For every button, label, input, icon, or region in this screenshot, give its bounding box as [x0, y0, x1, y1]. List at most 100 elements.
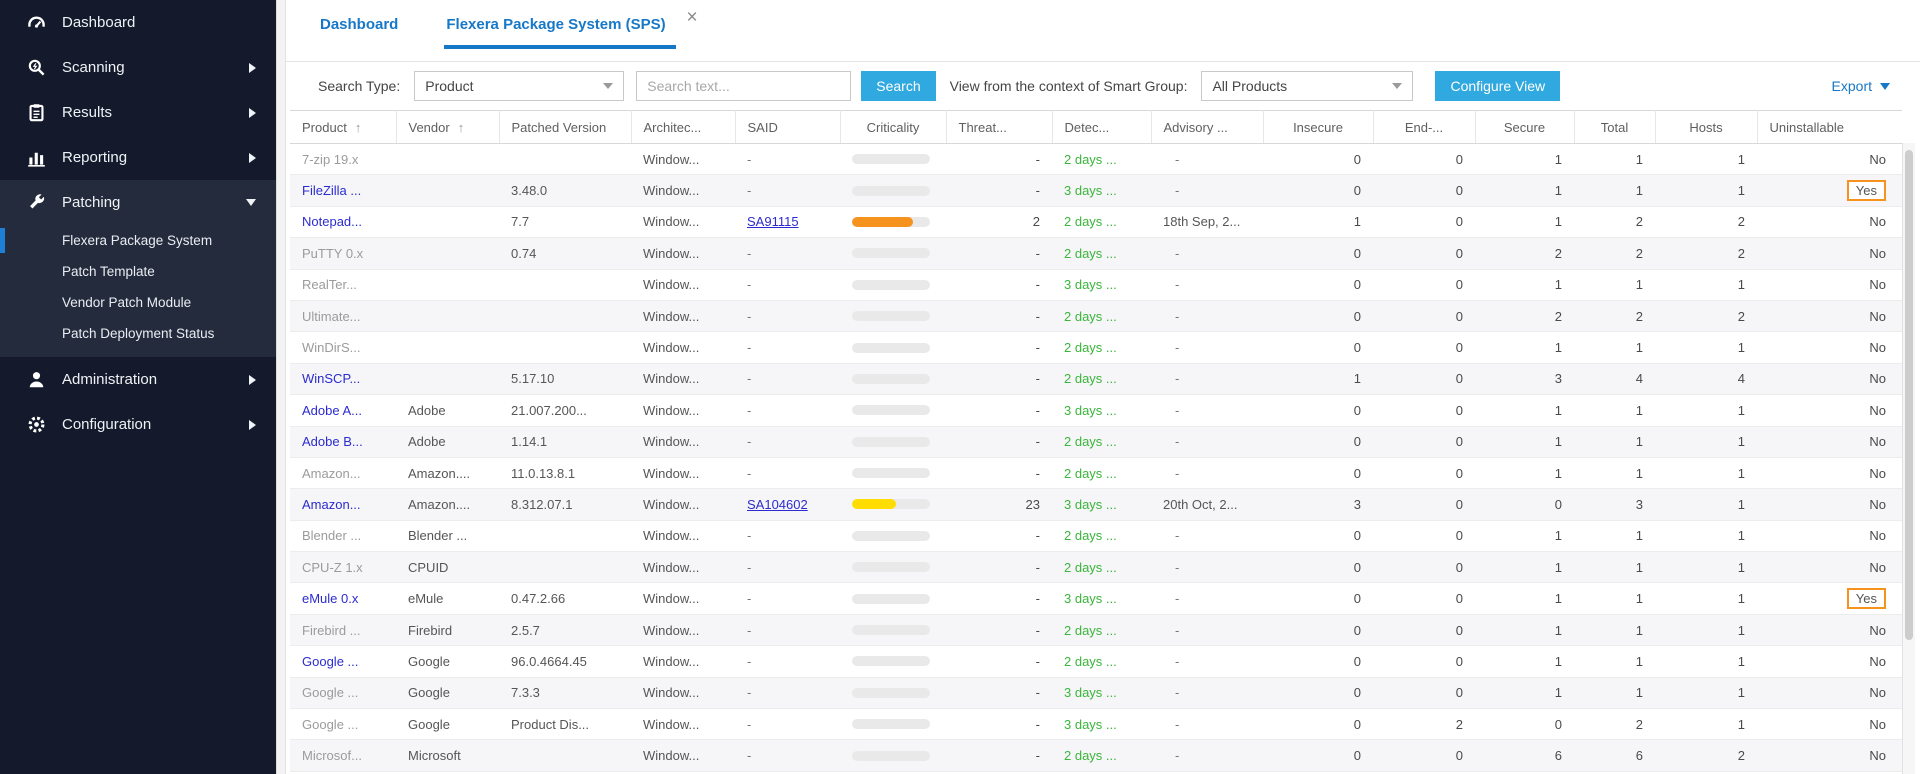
sidebar-item-label: Reporting [62, 149, 249, 166]
table-row: Blender ...Blender ...Window...--2 days … [290, 520, 1902, 551]
column-header-vendor[interactable]: Vendor↑ [396, 111, 499, 144]
cell-insecure: 0 [1263, 677, 1373, 708]
column-header-hosts[interactable]: Hosts [1655, 111, 1757, 144]
table-scrollbar-thumb[interactable] [1905, 150, 1913, 640]
cell-advisory: - [1151, 238, 1263, 269]
search-button[interactable]: Search [861, 71, 935, 101]
said-link[interactable]: SA91115 [747, 214, 799, 229]
product-link[interactable]: Google ... [302, 654, 358, 669]
sidebar-item-reporting[interactable]: Reporting [0, 135, 276, 180]
column-header-total[interactable]: Total [1574, 111, 1655, 144]
column-header-threat[interactable]: Threat... [946, 111, 1052, 144]
tab-flexera-package-system-sps[interactable]: Flexera Package System (SPS)× [444, 16, 675, 49]
column-header-label: Total [1601, 120, 1628, 135]
column-header-secure[interactable]: Secure [1475, 111, 1574, 144]
sidebar-item-dashboard[interactable]: Dashboard [0, 0, 276, 45]
cell-secure: 2 [1475, 238, 1574, 269]
cell-product: Adobe A... [290, 395, 396, 426]
product-link[interactable]: Adobe B... [302, 434, 363, 449]
column-header-product[interactable]: Product↑ [290, 111, 396, 144]
cell-criticality [840, 677, 946, 708]
export-button[interactable]: Export [1832, 78, 1890, 94]
cell-product: WinDirS... [290, 332, 396, 363]
product-link[interactable]: WinSCP... [302, 371, 360, 386]
column-header-criticality[interactable]: Criticality [840, 111, 946, 144]
column-header-architecture[interactable]: Architec... [631, 111, 735, 144]
said-link[interactable]: SA104602 [747, 497, 808, 512]
cell-detected: 2 days ... [1052, 426, 1151, 457]
cell-total: 2 [1574, 709, 1655, 740]
cell-product: Google ... [290, 709, 396, 740]
cell-insecure: 0 [1263, 646, 1373, 677]
cell-secure: 1 [1475, 206, 1574, 237]
cell-said: - [735, 583, 840, 614]
cell-end-of-life: 0 [1373, 175, 1475, 206]
product-link[interactable]: Adobe A... [302, 403, 362, 418]
tab-label: Flexera Package System (SPS) [446, 16, 665, 33]
product-link[interactable]: Amazon... [302, 497, 361, 512]
cell-uninstallable: No [1757, 489, 1902, 520]
product-link[interactable]: FileZilla ... [302, 183, 361, 198]
cell-detected: 2 days ... [1052, 238, 1151, 269]
search-input[interactable] [636, 71, 851, 101]
product-link[interactable]: Notepad... [302, 214, 362, 229]
cell-vendor: Firebird [396, 614, 499, 645]
column-header-detected[interactable]: Detec... [1052, 111, 1151, 144]
cell-architecture: Window... [631, 489, 735, 520]
cell-patched-version: 3.48.0 [499, 175, 631, 206]
column-header-patched_version[interactable]: Patched Version [499, 111, 631, 144]
sidebar-subitem-label: Patch Deployment Status [62, 326, 214, 341]
no-value-dash: - [747, 654, 751, 669]
column-header-said[interactable]: SAID [735, 111, 840, 144]
cell-insecure: 0 [1263, 614, 1373, 645]
cell-detected: 3 days ... [1052, 709, 1151, 740]
column-header-advisory[interactable]: Advisory ... [1151, 111, 1263, 144]
sidebar-item-results[interactable]: Results [0, 90, 276, 135]
cell-vendor [396, 238, 499, 269]
criticality-bar [852, 374, 930, 384]
configure-view-button[interactable]: Configure View [1435, 71, 1560, 101]
sidebar-item-patch-deployment-status[interactable]: Patch Deployment Status [0, 318, 276, 349]
table-row: WinDirS...Window...--2 days ...-00111No [290, 332, 1902, 363]
close-icon[interactable]: × [687, 8, 698, 27]
sidebar-item-administration[interactable]: Administration [0, 357, 276, 402]
detected-age: 2 days ... [1064, 560, 1117, 575]
sidebar-content-divider[interactable] [276, 0, 286, 774]
sidebar-item-patch-template[interactable]: Patch Template [0, 256, 276, 287]
cell-criticality [840, 238, 946, 269]
no-value-dash: - [747, 685, 751, 700]
column-header-eol[interactable]: End-... [1373, 111, 1475, 144]
cell-secure: 1 [1475, 457, 1574, 488]
cell-secure: 1 [1475, 552, 1574, 583]
no-value-dash: - [747, 371, 751, 386]
table-scrollbar[interactable] [1902, 143, 1915, 774]
cell-said: - [735, 175, 840, 206]
cell-secure: 1 [1475, 426, 1574, 457]
cell-insecure: 0 [1263, 144, 1373, 175]
column-header-label: Criticality [867, 120, 920, 135]
column-header-label: Advisory ... [1164, 120, 1228, 135]
product-link[interactable]: eMule 0.x [302, 591, 358, 606]
column-header-insecure[interactable]: Insecure [1263, 111, 1373, 144]
sidebar-item-patching[interactable]: Patching [0, 180, 276, 225]
no-value-dash: - [747, 403, 751, 418]
column-header-uninstallable[interactable]: Uninstallable [1757, 111, 1902, 144]
cell-said: - [735, 363, 840, 394]
cell-advisory: 20th Oct, 2... [1151, 489, 1263, 520]
cell-detected: 2 days ... [1052, 646, 1151, 677]
search-type-dropdown[interactable]: Product [414, 71, 624, 101]
cell-advisory: - [1151, 426, 1263, 457]
cell-said: - [735, 457, 840, 488]
tab-dashboard[interactable]: Dashboard [318, 16, 400, 45]
sidebar-item-scanning[interactable]: Scanning [0, 45, 276, 90]
sidebar-item-configuration[interactable]: Configuration [0, 402, 276, 447]
cell-secure: 1 [1475, 520, 1574, 551]
cell-patched-version [499, 332, 631, 363]
smart-group-dropdown[interactable]: All Products [1201, 71, 1413, 101]
smart-group-label: View from the context of Smart Group: [950, 78, 1188, 94]
sidebar-item-flexera-package-system[interactable]: Flexera Package System [0, 225, 276, 256]
sidebar-item-vendor-patch-module[interactable]: Vendor Patch Module [0, 287, 276, 318]
cell-end-of-life: 0 [1373, 144, 1475, 175]
cell-vendor: Google [396, 709, 499, 740]
user-icon [26, 370, 46, 390]
